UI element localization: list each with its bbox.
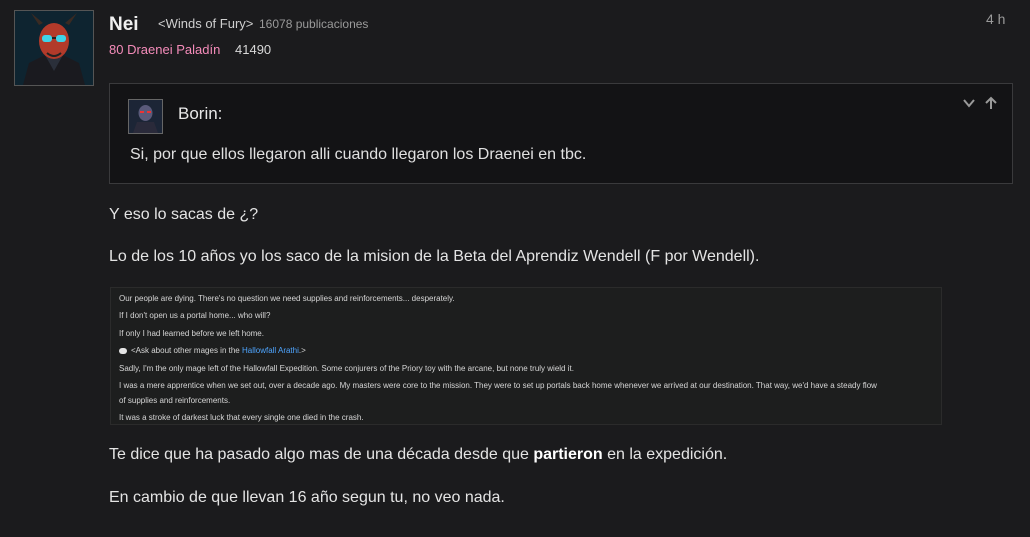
embed-option-prefix: <Ask about other mages in the	[131, 346, 242, 355]
embed-option-link: Hallowfall Arathi	[241, 346, 299, 355]
post-timestamp[interactable]: 4 h	[986, 11, 1005, 27]
quote-author: Borin:	[178, 104, 223, 123]
post-paragraph: Y eso lo sacas de ¿?	[109, 206, 259, 223]
chat-bubble-icon	[119, 347, 127, 354]
achievement-points: 41490	[235, 42, 272, 57]
embed-option-suffix: .>	[298, 346, 306, 355]
guild-name: <Winds of Fury>	[158, 16, 254, 31]
character-info: 80 Draenei Paladín	[109, 42, 221, 57]
quote-block: Borin: Si, por que ellos llegaron alli c…	[109, 83, 1013, 184]
embed-line: of supplies and reinforcements.	[119, 396, 231, 405]
embed-line: Sadly, I'm the only mage left of the Hal…	[119, 364, 574, 373]
paragraph-text: en la expedición.	[602, 446, 728, 463]
embedded-screenshot[interactable]: Our people are dying. There's no questio…	[110, 287, 942, 425]
embed-line: If only I had learned before we left hom…	[119, 329, 264, 338]
author-avatar[interactable]	[14, 10, 94, 86]
post-count: 16078 publicaciones	[259, 17, 369, 31]
author-name[interactable]: Nei	[109, 14, 139, 36]
quote-text: Si, por que ellos llegaron alli cuando l…	[130, 146, 587, 163]
embed-line: Our people are dying. There's no questio…	[119, 294, 455, 303]
arrow-up-icon[interactable]	[984, 96, 998, 110]
post-paragraph: Lo de los 10 años yo los saco de la misi…	[109, 248, 760, 265]
quote-author-avatar	[128, 99, 163, 134]
embed-line: If I don't open us a portal home... who …	[119, 311, 271, 320]
paragraph-text: Te dice que ha pasado algo mas de una dé…	[109, 446, 534, 463]
embed-line: It was a stroke of darkest luck that eve…	[119, 413, 364, 422]
embed-dialog-option: <Ask about other mages in the Hallowfall…	[119, 346, 306, 355]
quote-controls	[962, 96, 998, 110]
post-paragraph: Te dice que ha pasado algo mas de una dé…	[109, 446, 727, 464]
bold-text: partieron	[533, 446, 603, 463]
chevron-down-icon[interactable]	[962, 96, 976, 110]
post-paragraph: En cambio de que llevan 16 año segun tu,…	[109, 489, 505, 506]
embed-line: I was a mere apprentice when we set out,…	[119, 381, 877, 390]
